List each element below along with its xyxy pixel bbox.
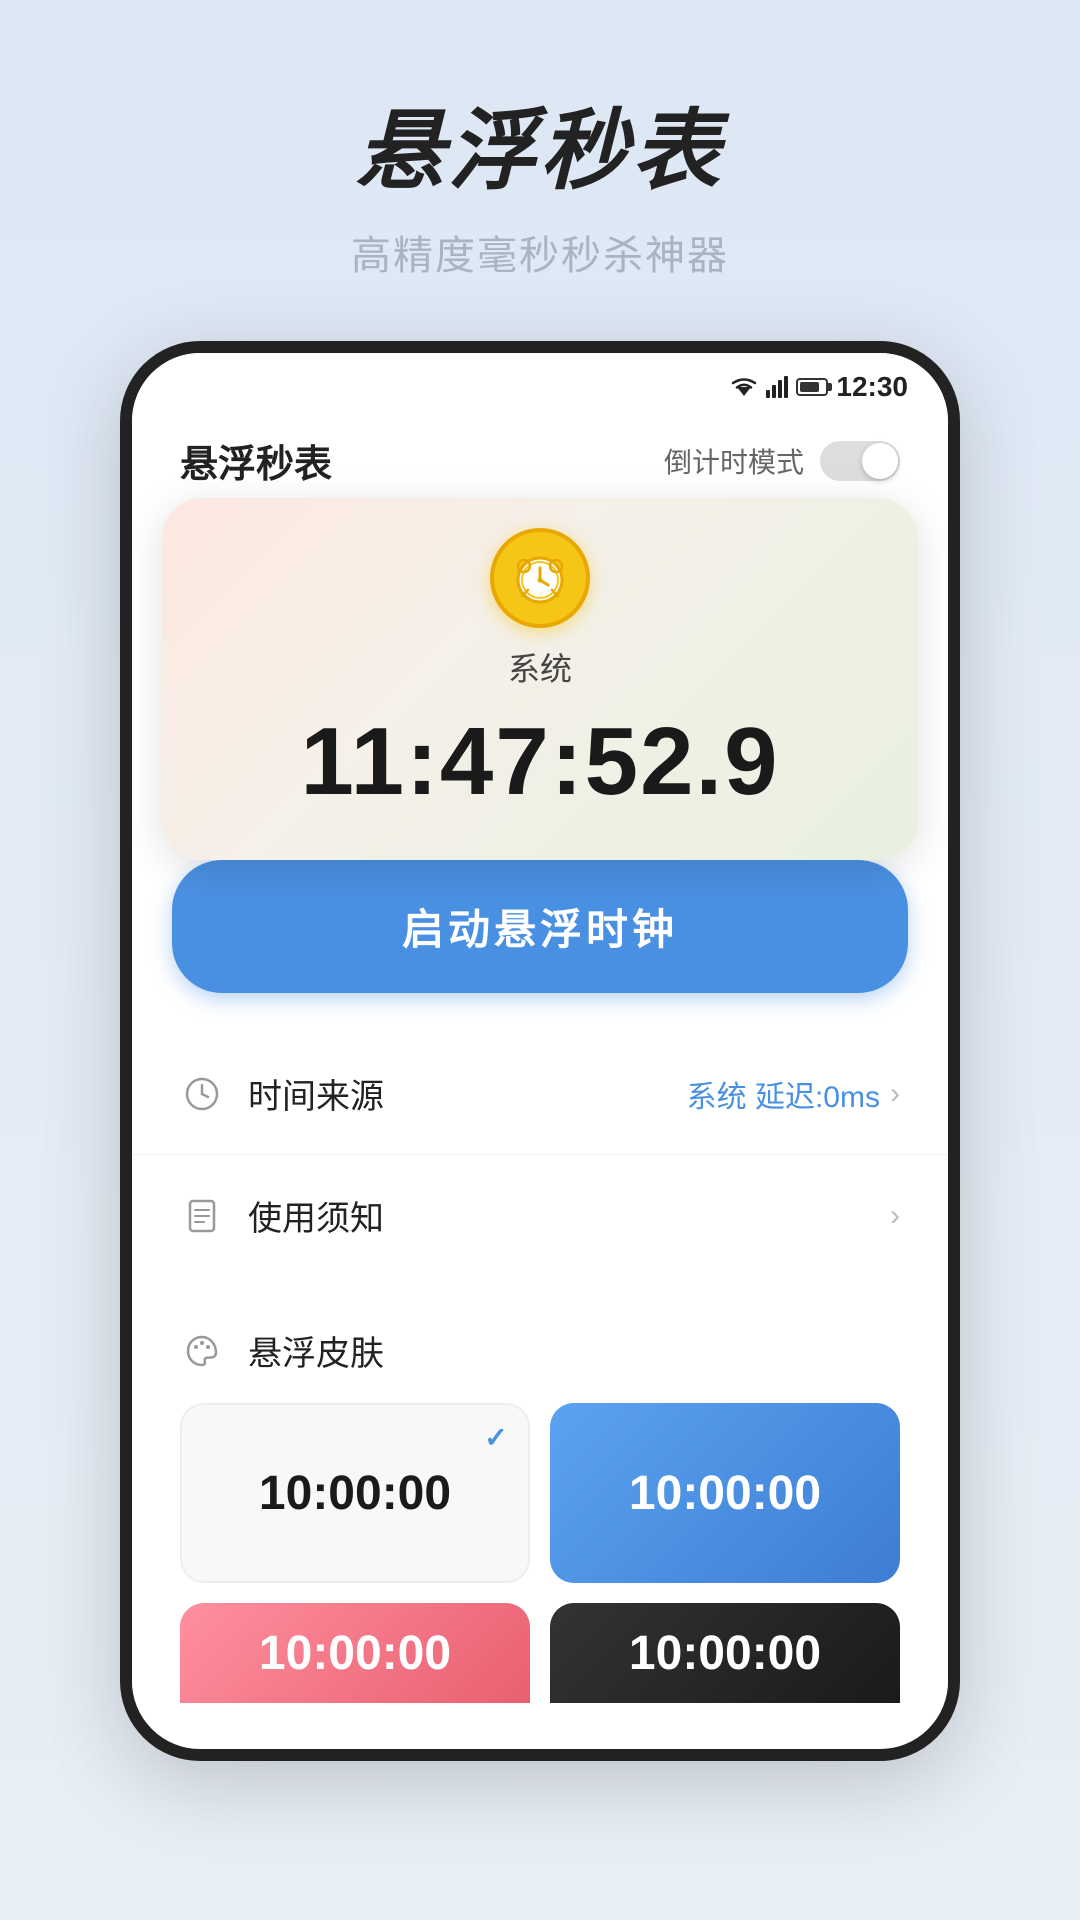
chevron-right-icon-2: › [890,1199,900,1233]
clock-settings-icon [180,1072,224,1116]
skin-section-title: 悬浮皮肤 [248,1326,384,1375]
skin-check-icon: ✓ [478,1419,514,1455]
time-display: 11:47:52.9 [300,714,779,810]
settings-item-time-source[interactable]: 时间来源 系统 延迟:0ms › [132,1033,948,1155]
skin-card-blue[interactable]: 10:00:00 [550,1403,900,1583]
app-bar: 悬浮秒表 倒计时模式 [132,413,948,508]
start-button[interactable]: 启动悬浮时钟 [172,860,908,993]
page-subtitle: 高精度毫秒秒杀神器 [351,223,729,281]
usage-notice-label: 使用须知 [248,1191,880,1240]
skin-time-pink: 10:00:00 [259,1626,451,1681]
signal-icon [766,376,788,398]
doc-settings-icon [180,1194,224,1238]
time-source-value: 系统 延迟:0ms [687,1072,880,1116]
skin-card-dark[interactable]: 10:00:00 [550,1603,900,1703]
start-button-wrapper: 启动悬浮时钟 [132,850,948,1023]
clock-source-label: 系统 [508,644,572,690]
skin-time-blue: 10:00:00 [629,1466,821,1521]
status-time: 12:30 [836,371,908,403]
settings-item-usage-notice[interactable]: 使用须知 › [132,1155,948,1276]
alarm-clock-icon [510,548,570,608]
toggle-knob [862,443,898,479]
countdown-toggle-switch[interactable] [820,441,900,481]
skin-icon [180,1329,224,1373]
time-source-label: 时间来源 [248,1069,687,1118]
skin-time-dark: 10:00:00 [629,1626,821,1681]
battery-icon [796,378,828,396]
floating-clock-card: 系统 11:47:52.9 [162,498,918,860]
app-bar-title: 悬浮秒表 [180,433,332,488]
skin-card-pink[interactable]: 10:00:00 [180,1603,530,1703]
settings-list: 时间来源 系统 延迟:0ms › 使用须知 › [132,1023,948,1296]
skin-grid: 10:00:00 ✓ 10:00:00 10:00:00 10:00:00 [132,1403,948,1703]
skin-header: 悬浮皮肤 [132,1326,948,1403]
status-bar: 12:30 [132,353,948,413]
countdown-label: 倒计时模式 [664,441,804,481]
countdown-toggle-group: 倒计时模式 [664,441,900,481]
phone-frame: 12:30 悬浮秒表 倒计时模式 [120,341,960,1761]
skin-time-white: 10:00:00 [259,1466,451,1521]
skin-section: 悬浮皮肤 10:00:00 ✓ 10:00:00 10:00:00 [132,1296,948,1723]
clock-icon-wrapper [490,528,590,628]
skin-card-white[interactable]: 10:00:00 ✓ [180,1403,530,1583]
page-title: 悬浮秒表 [356,80,724,207]
page-background: 悬浮秒表 高精度毫秒秒杀神器 [0,0,1080,1920]
status-icons: 12:30 [730,371,908,403]
chevron-right-icon: › [890,1077,900,1111]
wifi-icon [730,376,758,398]
